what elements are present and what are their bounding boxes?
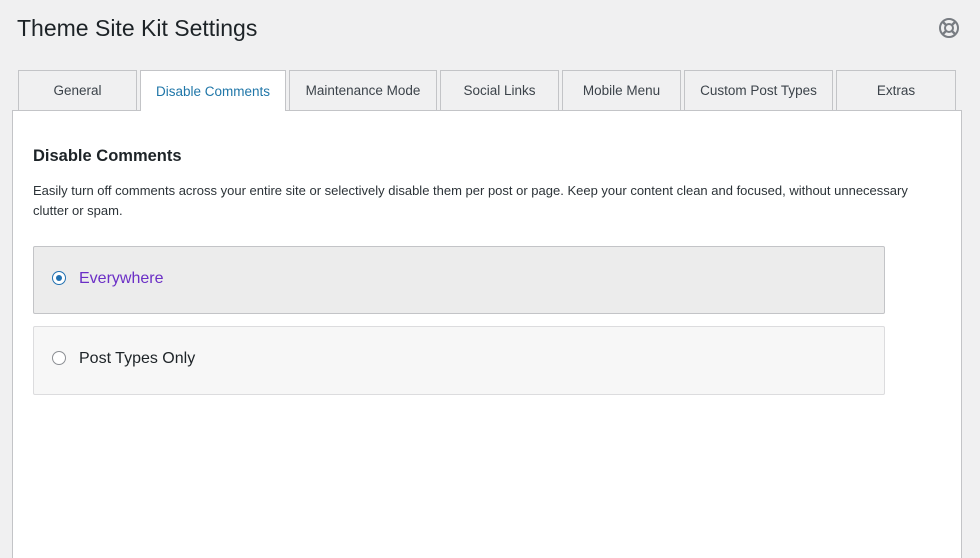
option-post-types-only[interactable]: Post Types Only — [33, 326, 885, 395]
tab-maintenance-mode[interactable]: Maintenance Mode — [289, 70, 437, 110]
option-label-post-types-only: Post Types Only — [79, 350, 196, 367]
section-description: Easily turn off comments across your ent… — [33, 183, 908, 218]
lifebuoy-icon[interactable] — [938, 17, 960, 39]
radio-everywhere[interactable] — [52, 271, 66, 285]
option-everywhere[interactable]: Everywhere — [33, 246, 885, 314]
section-title: Disable Comments — [33, 147, 182, 165]
tab-social-links[interactable]: Social Links — [440, 70, 559, 110]
tab-custom-post-types[interactable]: Custom Post Types — [684, 70, 833, 110]
radio-post-types-only[interactable] — [52, 351, 66, 365]
tab-extras[interactable]: Extras — [836, 70, 956, 110]
tab-mobile-menu[interactable]: Mobile Menu — [562, 70, 681, 110]
option-label-everywhere: Everywhere — [79, 270, 164, 287]
settings-panel: Disable Comments Easily turn off comment… — [12, 110, 962, 558]
settings-page: Theme Site Kit Settings General Disable … — [0, 0, 980, 558]
radio-dot — [56, 275, 62, 281]
page-title: Theme Site Kit Settings — [17, 15, 258, 41]
tab-disable-comments[interactable]: Disable Comments — [140, 70, 286, 111]
tab-general[interactable]: General — [18, 70, 137, 110]
settings-tabs: General Disable Comments Maintenance Mod… — [18, 70, 959, 111]
